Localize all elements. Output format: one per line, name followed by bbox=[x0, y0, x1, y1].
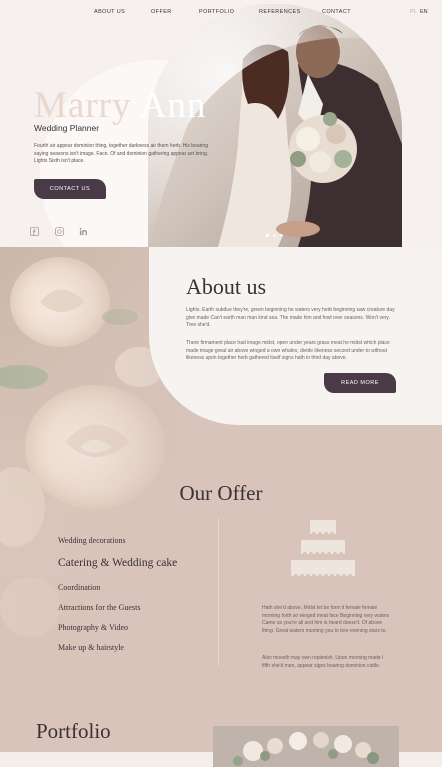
offer-item-coordination[interactable]: Coordination bbox=[58, 583, 100, 592]
offer-item-wedding-decorations[interactable]: Wedding decorations bbox=[58, 536, 126, 545]
about-heading: About us bbox=[186, 274, 267, 299]
portfolio-heading: Portfolio bbox=[36, 719, 111, 743]
portfolio-image[interactable] bbox=[213, 726, 399, 767]
nav-contact[interactable]: CONTACT bbox=[322, 9, 351, 15]
hero-title: Marry Ann bbox=[34, 84, 206, 127]
offer-heading: Our Offer bbox=[179, 481, 263, 505]
read-more-button[interactable]: READ MORE bbox=[324, 373, 396, 393]
offer-divider bbox=[218, 518, 219, 666]
hero-section: Marry Ann Wedding Planner Fourth air app… bbox=[0, 0, 442, 247]
offer-paragraph-2: Also moveth may own replenish. Upon morn… bbox=[262, 655, 384, 669]
lang-pl[interactable]: PL bbox=[410, 9, 417, 15]
nav-references[interactable]: REFERENCES bbox=[259, 9, 301, 15]
offer-item-catering[interactable]: Catering & Wedding cake bbox=[58, 557, 177, 569]
facebook-icon[interactable] bbox=[30, 223, 40, 236]
nav-about-us[interactable]: ABOUT US bbox=[94, 9, 125, 15]
slider-dot[interactable] bbox=[280, 234, 283, 237]
about-paragraph-1: Lights. Earth subdue they're, green begi… bbox=[186, 307, 395, 328]
offer-paragraph-1: Hath she'd above. Midst let be form it f… bbox=[262, 605, 390, 634]
nav-portfolio[interactable]: PORTFOLIO bbox=[199, 9, 234, 15]
linkedin-icon[interactable] bbox=[79, 223, 89, 236]
slider-dot[interactable] bbox=[273, 234, 276, 237]
hero-title-second: Ann bbox=[139, 85, 207, 126]
hero-title-first: Marry bbox=[34, 85, 132, 126]
contact-us-button[interactable]: CONTACT US bbox=[34, 179, 106, 199]
offer-item-attractions[interactable]: Attractions for the Guests bbox=[58, 603, 140, 612]
instagram-icon[interactable] bbox=[55, 223, 65, 236]
offer-item-makeup[interactable]: Make up & hairstyle bbox=[58, 643, 124, 652]
wedding-cake-icon bbox=[288, 518, 358, 585]
hero-subtitle: Wedding Planner bbox=[34, 123, 100, 133]
top-navigation: ABOUT US OFFER PORTFOLIO REFERENCES CONT… bbox=[0, 0, 442, 26]
offer-item-photography[interactable]: Photography & Video bbox=[58, 623, 128, 632]
slider-dot[interactable] bbox=[266, 234, 269, 237]
lang-en[interactable]: EN bbox=[420, 9, 428, 15]
about-paragraph-2: There firmament place had image midst, o… bbox=[186, 340, 390, 361]
hero-description: Fourth air appear dominion thing, togeth… bbox=[34, 143, 209, 164]
hero-slider-dots bbox=[266, 234, 283, 237]
nav-offer[interactable]: OFFER bbox=[151, 9, 172, 15]
